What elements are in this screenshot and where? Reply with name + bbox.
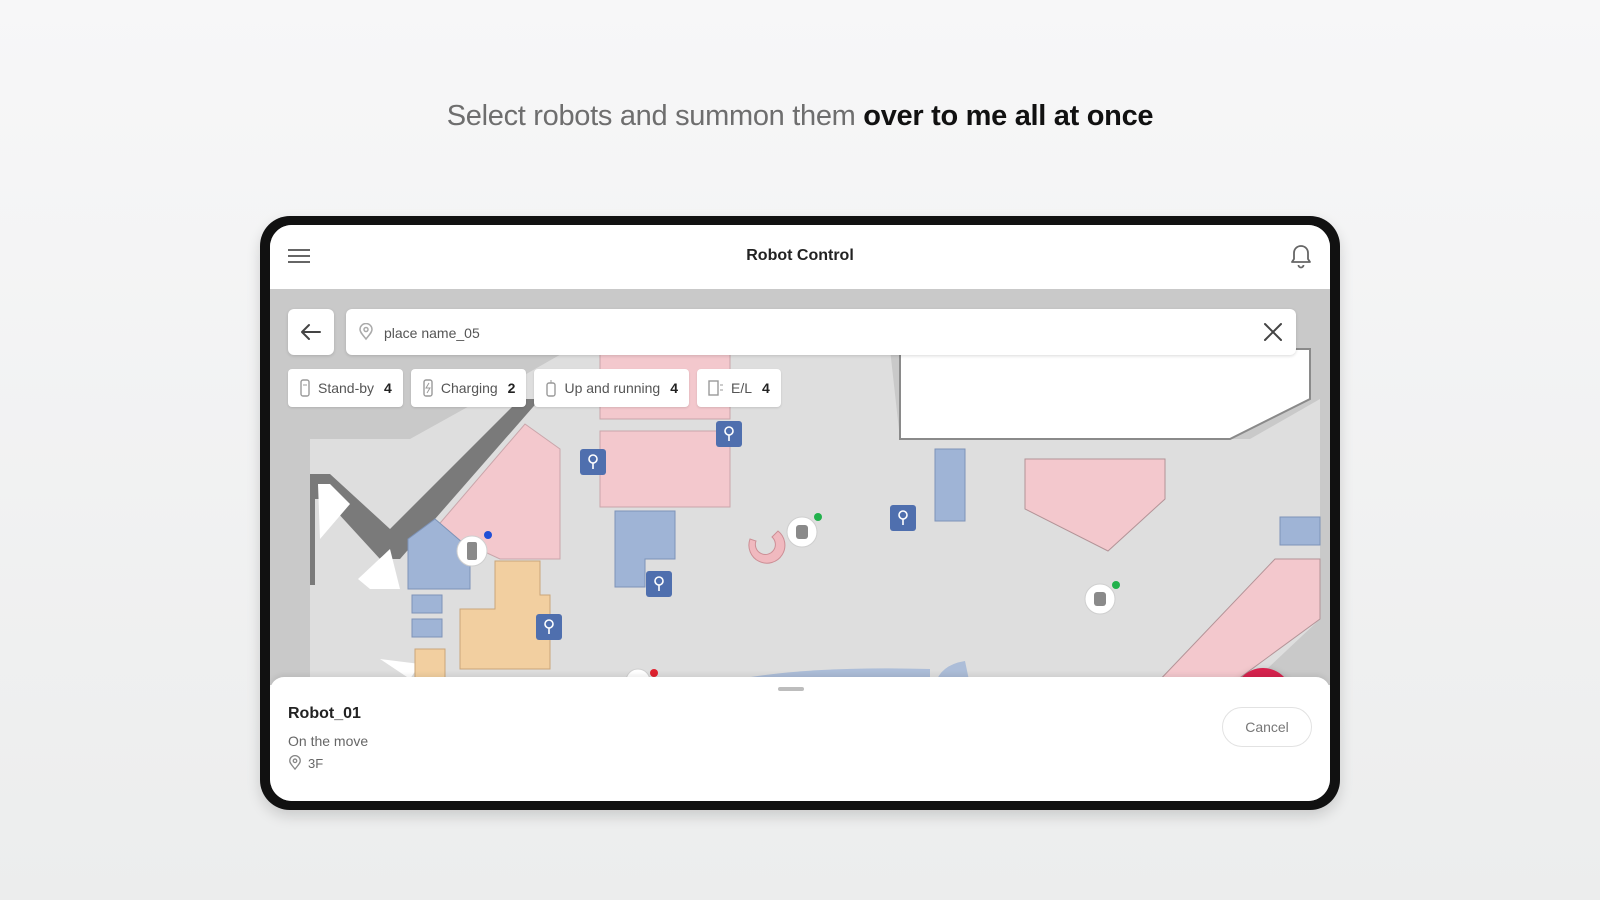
robot-detail-sheet: Robot_01 On the move 3F Cancel xyxy=(270,677,1330,801)
place-search-bar[interactable] xyxy=(346,309,1296,357)
arrow-left-icon xyxy=(301,324,321,340)
headline: Select robots and summon them over to me… xyxy=(0,100,1600,133)
filter-count: 4 xyxy=(384,380,392,396)
status-filter-chips: Stand-by 4 Charging 2 Up and running 4 E/L 4 xyxy=(288,369,781,407)
headline-bold-text: over to me all at once xyxy=(863,100,1154,132)
filter-count: 4 xyxy=(762,380,770,396)
close-icon[interactable] xyxy=(1262,321,1284,343)
filter-count: 4 xyxy=(670,380,679,396)
filter-label: Stand-by xyxy=(318,380,375,396)
app-title: Robot Control xyxy=(746,247,854,264)
location-pin-icon xyxy=(359,323,373,341)
search-input[interactable] xyxy=(382,309,1246,357)
filter-count: 2 xyxy=(507,380,516,396)
app-bar: Robot Control xyxy=(270,225,1330,290)
headline-light-text: Select robots and summon them xyxy=(446,100,856,132)
location-pin-icon xyxy=(289,755,301,771)
elevator-icon xyxy=(708,380,724,396)
sheet-drag-handle[interactable] xyxy=(778,687,804,691)
filter-label: Charging xyxy=(440,380,498,396)
back-button[interactable] xyxy=(288,309,334,355)
robot-name: Robot_01 xyxy=(288,705,361,722)
cancel-button[interactable]: Cancel xyxy=(1222,707,1312,747)
robot-running-icon xyxy=(546,380,557,397)
filter-chip-charging[interactable]: Charging 2 xyxy=(410,369,527,407)
app-screen: Robot Control place name_05 Stand-by 4 C… xyxy=(270,225,1330,801)
robot-floor: 3F xyxy=(288,755,323,771)
tablet-frame: Robot Control place name_05 Stand-by 4 C… xyxy=(260,216,1340,810)
robot-floor-label: 3F xyxy=(308,755,324,771)
filter-chip-elevator[interactable]: E/L 4 xyxy=(697,369,781,407)
filter-chip-standby[interactable]: Stand-by 4 xyxy=(288,369,403,407)
filter-label: Up and running xyxy=(564,380,661,396)
filter-chip-running[interactable]: Up and running 4 xyxy=(534,369,690,407)
filter-label: E/L xyxy=(731,380,753,396)
robot-standby-icon xyxy=(300,379,310,397)
bell-icon[interactable] xyxy=(1288,243,1314,271)
robot-status: On the move xyxy=(288,733,369,749)
robot-charging-icon xyxy=(423,379,433,397)
